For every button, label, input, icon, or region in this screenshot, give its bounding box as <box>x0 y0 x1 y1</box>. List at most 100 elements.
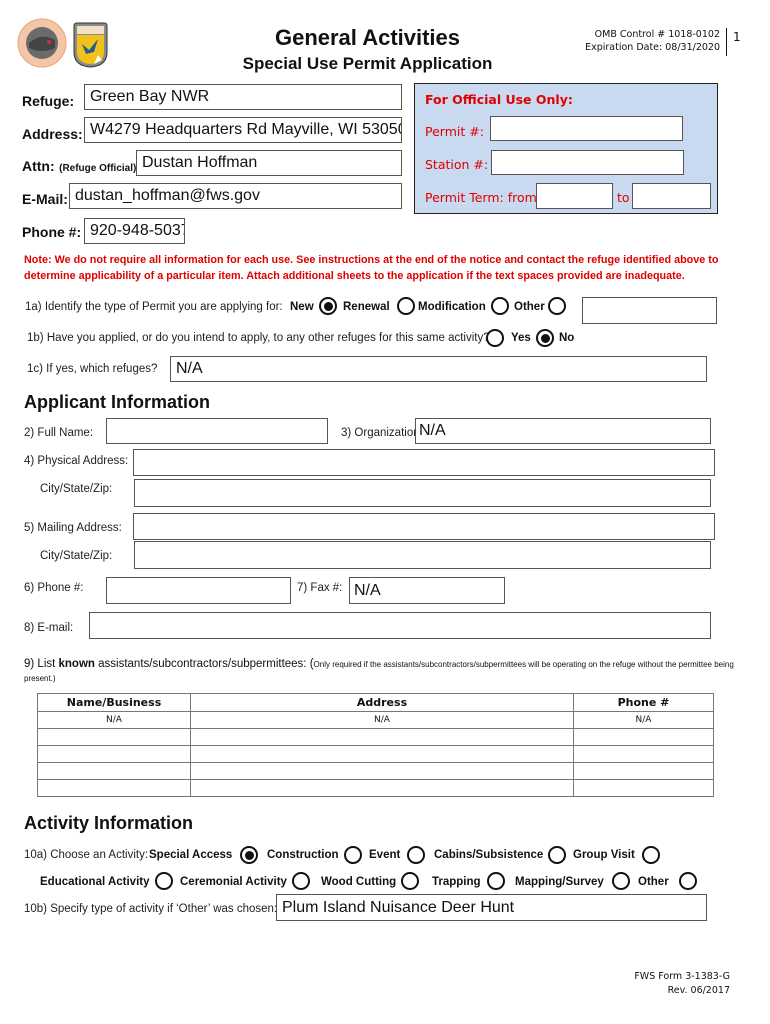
physical-city-state-zip-field[interactable] <box>134 479 711 507</box>
q1a-radio-modification[interactable] <box>491 297 509 315</box>
activity-radio-mapping-survey[interactable] <box>612 872 630 890</box>
q1c-refuges-field[interactable]: N/A <box>170 356 707 382</box>
activity-option-group-visit-label: Group Visit <box>573 849 635 861</box>
table-cell[interactable]: N/A <box>37 711 191 729</box>
phone-label: Phone #: <box>22 224 82 240</box>
activity-option-ceremonial-label: Ceremonial Activity <box>180 876 287 888</box>
page-number: 1 <box>733 30 741 44</box>
q1a-other-field[interactable] <box>582 297 717 324</box>
activity-radio-trapping[interactable] <box>487 872 505 890</box>
table-cell[interactable] <box>190 745 574 763</box>
applicant-email-label: 8) E-mail: <box>24 622 74 634</box>
fax-label: 7) Fax #: <box>297 582 343 594</box>
column-header-address: Address <box>190 693 574 712</box>
instructions-note: Note: We do not require all information … <box>24 254 719 282</box>
q1b-label: 1b) Have you applied, or do you intend t… <box>27 332 490 344</box>
activity-radio-wood-cutting[interactable] <box>401 872 419 890</box>
activity-option-construction-label: Construction <box>267 849 339 861</box>
station-number-field[interactable] <box>491 150 684 175</box>
mailing-city-state-zip-field[interactable] <box>134 541 711 569</box>
permit-term-to-field[interactable] <box>632 183 711 209</box>
applicant-email-field[interactable] <box>89 612 711 639</box>
applicant-phone-label: 6) Phone #: <box>24 582 84 594</box>
q9-label-bold: known <box>58 658 95 670</box>
table-row <box>37 779 714 797</box>
activity-option-cabins-subsistence-label: Cabins/Subsistence <box>434 849 544 861</box>
table-cell[interactable]: N/A <box>190 711 574 729</box>
q1a-radio-renewal[interactable] <box>397 297 415 315</box>
table-cell[interactable] <box>190 728 574 746</box>
activity-radio-educational[interactable] <box>155 872 173 890</box>
q1a-option-new-label: New <box>290 301 314 313</box>
activity-radio-group-visit[interactable] <box>642 846 660 864</box>
physical-city-state-zip-label: City/State/Zip: <box>40 483 113 495</box>
table-cell[interactable] <box>37 745 191 763</box>
table-cell[interactable] <box>573 779 714 797</box>
table-cell[interactable] <box>190 762 574 780</box>
fax-field[interactable]: N/A <box>349 577 505 604</box>
activity-radio-event[interactable] <box>407 846 425 864</box>
permit-term-to-label: to <box>617 190 630 205</box>
permit-term-label: Permit Term: from <box>425 190 537 205</box>
phone-field[interactable]: 920-948-5037 <box>84 218 185 244</box>
physical-address-field[interactable] <box>133 449 715 476</box>
q1b-radio-yes[interactable] <box>486 329 504 347</box>
refuge-field[interactable]: Green Bay NWR <box>84 84 402 110</box>
permit-term-from-field[interactable] <box>536 183 613 209</box>
table-cell[interactable] <box>37 779 191 797</box>
refuge-label: Refuge: <box>22 93 75 109</box>
column-header-phone: Phone # <box>573 693 714 712</box>
full-name-label: 2) Full Name: <box>24 427 94 439</box>
mailing-address-field[interactable] <box>133 513 715 540</box>
activity-info-heading: Activity Information <box>24 813 194 833</box>
activity-radio-cabins-subsistence[interactable] <box>548 846 566 864</box>
table-cell[interactable]: N/A <box>573 711 714 729</box>
activity-radio-other[interactable] <box>679 872 697 890</box>
form-title: General Activities <box>274 25 461 50</box>
table-cell[interactable] <box>573 728 714 746</box>
physical-address-label: 4) Physical Address: <box>24 455 129 467</box>
table-cell[interactable] <box>190 779 574 797</box>
activity-radio-special-access[interactable] <box>240 846 258 864</box>
station-number-label: Station #: <box>425 157 489 172</box>
q10a-label: 10a) Choose an Activity: <box>24 849 149 861</box>
q1b-option-no-label: No <box>559 332 575 344</box>
table-row: N/A N/A N/A <box>37 711 714 729</box>
q1c-label: 1c) If yes, which refuges? <box>27 363 158 375</box>
attn-field[interactable]: Dustan Hoffman <box>136 150 402 176</box>
activity-radio-construction[interactable] <box>344 846 362 864</box>
q9-label-suffix: assistants/subcontractors/subpermittees:… <box>94 658 314 670</box>
address-label: Address: <box>22 126 83 142</box>
omb-control-number: OMB Control # 1018-0102 <box>594 29 720 40</box>
table-row <box>37 745 714 763</box>
applicant-info-heading: Applicant Information <box>24 392 210 412</box>
table-cell[interactable] <box>573 762 714 780</box>
table-row <box>37 762 714 780</box>
q1a-option-renewal-label: Renewal <box>343 301 390 313</box>
header-divider <box>726 28 727 56</box>
q10b-other-activity-field[interactable]: Plum Island Nuisance Deer Hunt <box>276 894 707 921</box>
q1b-radio-no[interactable] <box>536 329 554 347</box>
q1a-radio-other[interactable] <box>548 297 566 315</box>
organization-field[interactable]: N/A <box>415 418 711 444</box>
table-cell[interactable] <box>573 745 714 763</box>
activity-option-educational-label: Educational Activity <box>40 876 150 888</box>
activity-option-other-label: Other <box>638 876 669 888</box>
address-field[interactable]: W4279 Headquarters Rd Mayville, WI 53050 <box>84 117 402 143</box>
q1a-option-other-label: Other <box>514 301 545 313</box>
full-name-field[interactable] <box>106 418 328 444</box>
form-number: FWS Form 3-1383-G <box>634 971 730 982</box>
refuge-seal-icon <box>17 18 67 68</box>
q1a-radio-new[interactable] <box>319 297 337 315</box>
email-field[interactable]: dustan_hoffman@fws.gov <box>69 183 402 209</box>
table-cell[interactable] <box>37 728 191 746</box>
attn-sublabel: (Refuge Official) <box>59 163 137 174</box>
table-cell[interactable] <box>37 762 191 780</box>
permit-number-field[interactable] <box>490 116 683 141</box>
q1a-option-modification-label: Modification <box>418 301 486 313</box>
applicant-phone-field[interactable] <box>106 577 291 604</box>
activity-radio-ceremonial[interactable] <box>292 872 310 890</box>
q9-label-prefix: 9) List <box>24 658 59 670</box>
form-revision: Rev. 06/2017 <box>667 985 730 996</box>
official-use-heading: For Official Use Only: <box>425 92 573 107</box>
